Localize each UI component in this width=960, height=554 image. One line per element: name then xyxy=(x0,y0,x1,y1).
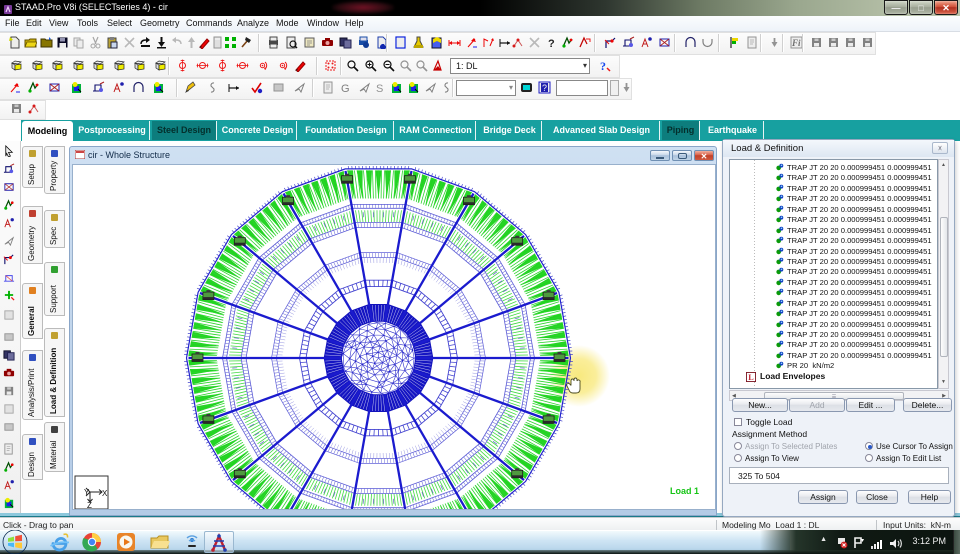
svg-text:?: ? xyxy=(548,38,555,49)
svg-text:?: ? xyxy=(542,83,547,93)
svg-text:Load 1: Load 1 xyxy=(670,486,699,496)
svg-text:Y: Y xyxy=(84,488,90,497)
svg-text:X: X xyxy=(102,489,108,498)
svg-text:S: S xyxy=(376,83,383,94)
svg-text:G: G xyxy=(341,83,350,94)
svg-text:?: ? xyxy=(600,59,606,72)
svg-text:L: L xyxy=(748,373,754,382)
svg-text:Fi: Fi xyxy=(791,38,801,48)
svg-text:Z: Z xyxy=(87,501,92,510)
